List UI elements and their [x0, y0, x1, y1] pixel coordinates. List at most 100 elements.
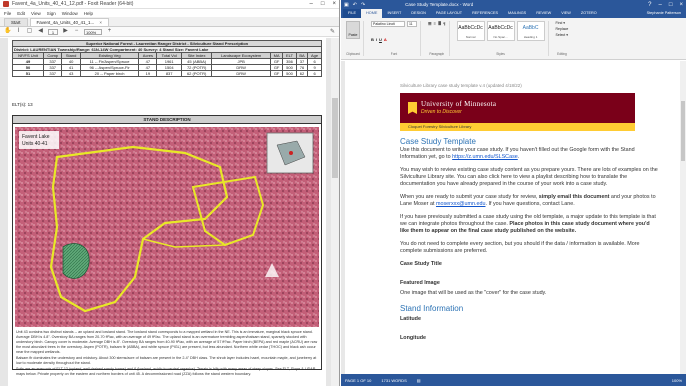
doc-paragraph-1: Use this document to write your case stu…	[400, 147, 660, 161]
document-header-text: Silviculture Library case study template…	[400, 83, 522, 88]
tab-document-label: Favent_4a_Units_40_41_1...	[36, 20, 95, 25]
menu-edit[interactable]: Edit	[17, 11, 25, 16]
umn-banner: University of Minnesota Driven to Discov…	[400, 93, 635, 123]
tab-insert[interactable]: INSERT	[382, 9, 406, 18]
pdf-vertical-scrollbar[interactable]	[331, 38, 339, 386]
tab-home[interactable]: HOME	[361, 9, 383, 18]
tab-document[interactable]: Favent_4a_Units_40_41_1... ×	[29, 18, 109, 26]
font-color-icon[interactable]: A	[384, 37, 387, 42]
style-sample: AaBbCcDc	[458, 25, 483, 31]
redo-icon[interactable]: ↷	[361, 2, 365, 8]
bold-icon[interactable]: B	[371, 37, 374, 42]
help-icon[interactable]: ?	[648, 2, 651, 8]
menu-window[interactable]: Window	[62, 11, 78, 16]
close-icon[interactable]: ×	[332, 1, 336, 7]
pdf-viewer[interactable]: Superior National Forest - Laurentian Ra…	[0, 38, 332, 386]
tab-zotero[interactable]: ZOTERO	[576, 9, 602, 18]
maximize-icon[interactable]: □	[669, 2, 673, 8]
ribbon-tabs: FILE HOME INSERT DESIGN PAGE LAYOUT REFE…	[341, 9, 686, 18]
menu-sign[interactable]: Sign	[47, 11, 56, 16]
google-form-link[interactable]: https://z.umn.edu/SLSCase	[452, 154, 518, 160]
minimize-icon[interactable]: –	[659, 2, 662, 8]
table-cell: 19	[138, 70, 158, 77]
p1-end: .	[517, 154, 520, 160]
tab-design[interactable]: DESIGN	[406, 9, 431, 18]
document-body[interactable]: Silviculture Library case study template…	[400, 82, 660, 345]
font-group: Palatino Linoti 11 B I U A Font	[368, 21, 421, 56]
style-heading1[interactable]: AaBbC Heading 1	[516, 21, 545, 41]
word-window: ▣ ↶ ↷ Case Study Template.docx - Word ? …	[341, 0, 686, 386]
bullets-icon[interactable]: ☰	[428, 21, 432, 26]
tab-references[interactable]: REFERENCES	[467, 9, 503, 18]
clipboard-group-label: Clipboard	[346, 52, 360, 56]
align-left-icon[interactable]: ≣	[438, 21, 441, 26]
zoom-in-icon[interactable]: +	[106, 28, 113, 35]
pilcrow-icon[interactable]: ¶	[443, 21, 445, 26]
numbering-icon[interactable]: ≡	[434, 21, 436, 26]
underline-icon[interactable]: U	[379, 37, 382, 42]
style-name: Heading 1	[523, 35, 538, 39]
italic-icon[interactable]: I	[376, 37, 377, 42]
tab-page-layout[interactable]: PAGE LAYOUT	[431, 9, 467, 18]
paste-button[interactable]: Paste	[346, 21, 360, 39]
menu-view[interactable]: View	[31, 11, 41, 16]
select-tool-icon[interactable]: I	[15, 28, 22, 35]
save-icon[interactable]: ▣	[344, 2, 349, 8]
style-no-spacing[interactable]: AaBbCcDc No Spac...	[486, 21, 515, 41]
find-button[interactable]: Find ▾	[556, 21, 569, 25]
table-cell: GF	[269, 70, 284, 77]
select-button[interactable]: Select ▾	[556, 33, 569, 37]
word-scroll-thumb[interactable]	[681, 101, 685, 161]
table-cell: 62	[295, 70, 309, 77]
table-cell: 62 (POTR)	[180, 70, 213, 77]
p3-text: When you are ready to submit your case s…	[400, 194, 539, 200]
pdf-scroll-thumb[interactable]	[332, 98, 338, 178]
minimize-icon[interactable]: –	[310, 1, 313, 7]
wetland-polygon	[62, 243, 90, 279]
doc-paragraph-2: You may wish to review existing case stu…	[400, 167, 658, 187]
zoom-out-icon[interactable]: −	[73, 28, 80, 35]
hand-tool-icon[interactable]: ✋	[4, 28, 11, 35]
tab-start[interactable]: Start	[4, 18, 28, 26]
word-vertical-scrollbar[interactable]	[680, 61, 686, 374]
field-latitude: Latitude	[400, 316, 421, 322]
tab-mailings[interactable]: MAILINGS	[503, 9, 531, 18]
page-count[interactable]: PAGE 1 OF 10	[345, 378, 371, 383]
replace-button[interactable]: Replace	[556, 27, 569, 31]
menu-file[interactable]: File	[4, 11, 11, 16]
maximize-icon[interactable]: □	[321, 1, 325, 7]
doc-paragraph-5: You do not need to complete every sectio…	[400, 241, 640, 254]
doc-paragraph-3: When you are ready to submit your case s…	[400, 194, 660, 208]
zoom-field[interactable]: 100%	[84, 28, 102, 35]
proofing-icon[interactable]: ▤	[417, 378, 421, 383]
paragraph-group-label: Paragraph	[429, 52, 445, 56]
tab-file[interactable]: FILE	[343, 9, 362, 18]
undo-icon[interactable]: ↶	[353, 2, 357, 8]
zoom-level[interactable]: 100%	[672, 378, 682, 383]
pdf-toolbar: ✋ I ▢ ◀ 1 ▶ − 100% + ✎	[0, 27, 339, 37]
map-label-line1: Favent Lake	[22, 134, 50, 140]
menu-help[interactable]: Help	[84, 11, 93, 16]
stand-aerial-map: Favent Lake Units 40-41	[15, 127, 319, 327]
tab-review[interactable]: REVIEW	[531, 9, 556, 18]
user-name[interactable]: Stephanie Patterson	[642, 9, 686, 18]
next-page-icon[interactable]: ▶	[62, 28, 69, 35]
section-stand-information: Stand Information	[400, 304, 464, 313]
close-icon[interactable]: ×	[679, 2, 683, 8]
email-link[interactable]: moserxxx@umn.edu	[436, 201, 486, 207]
prev-page-icon[interactable]: ◀	[37, 28, 44, 35]
p3-end: . If you have questions, contact Lane.	[485, 201, 575, 207]
page-number-field[interactable]: 1	[48, 28, 58, 35]
pdf-titlebar: Favent_4a_Units_40_41_12.pdf - Foxit Rea…	[0, 0, 339, 9]
font-size-dropdown[interactable]: 11	[407, 21, 417, 27]
style-normal[interactable]: AaBbCcDc Normal	[456, 21, 485, 41]
tab-view[interactable]: VIEW	[556, 9, 576, 18]
doc-paragraph-4: If you have previously submitted a case …	[400, 214, 660, 235]
snapshot-icon[interactable]: ▢	[26, 28, 33, 35]
sign-icon[interactable]: ✎	[330, 28, 335, 35]
foxit-app-icon	[3, 1, 9, 7]
description-paragraph: Unit 43 contains two distinct stands -- …	[16, 330, 318, 354]
word-count[interactable]: 1731 WORDS	[381, 378, 406, 383]
tab-close-icon[interactable]: ×	[99, 20, 102, 25]
font-name-dropdown[interactable]: Palatino Linoti	[371, 21, 405, 27]
